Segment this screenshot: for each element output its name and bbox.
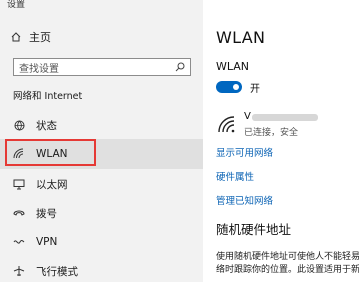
home-nav[interactable]: 主页 (11, 29, 51, 45)
section-title: 网络和 Internet (13, 91, 83, 102)
sidebar-item-vpn[interactable]: VPN (0, 227, 203, 257)
search-input[interactable]: 查找设置 (13, 58, 191, 76)
dialup-icon (13, 207, 25, 219)
random-hw-desc-line2: 络时跟踪你的位置。此设置适用于新 (216, 265, 359, 275)
sidebar-item-label: 飞行模式 (36, 265, 78, 278)
vpn-icon (13, 236, 25, 248)
network-name: V (244, 111, 251, 122)
wlan-toggle[interactable] (216, 81, 242, 93)
wifi-signal-icon (218, 116, 236, 134)
sidebar: 设置 主页 查找设置 网络和 Internet 状态 WLAN 以太网 拨号 V… (0, 0, 203, 282)
sidebar-item-wlan[interactable]: WLAN (0, 139, 203, 169)
link-hardware-properties[interactable]: 硬件属性 (216, 169, 254, 183)
link-manage-known-networks[interactable]: 管理已知网络 (216, 193, 273, 207)
sidebar-item-label: 以太网 (36, 178, 68, 191)
random-hw-desc-line1: 使用随机硬件地址可使他人不能轻易 (216, 252, 359, 262)
connected-network[interactable]: V 已连接，安全 (216, 111, 356, 139)
toggle-knob (233, 84, 239, 90)
wlan-toggle-label: WLAN (216, 60, 250, 73)
sidebar-item-label: VPN (36, 236, 58, 248)
search-placeholder: 查找设置 (19, 63, 59, 75)
status-globe-icon (13, 119, 25, 131)
search-icon (175, 62, 185, 72)
ethernet-icon (13, 178, 25, 190)
network-name-redacted (252, 114, 318, 121)
sidebar-item-status[interactable]: 状态 (0, 110, 203, 140)
airplane-icon (13, 265, 25, 277)
highlight-box (5, 139, 96, 166)
link-show-available-networks[interactable]: 显示可用网络 (216, 145, 273, 159)
window-title: 设置 (7, 0, 26, 10)
main-panel: WLAN WLAN 开 V 已连接，安全 显示可用网络 硬件属性 管理已知网络 … (203, 0, 359, 282)
sidebar-item-ethernet[interactable]: 以太网 (0, 169, 203, 199)
network-status: 已连接，安全 (244, 128, 299, 138)
random-hw-heading: 随机硬件地址 (216, 222, 292, 237)
home-icon (11, 32, 21, 42)
sidebar-item-label: 拨号 (36, 207, 57, 220)
sidebar-item-label: 状态 (36, 119, 57, 132)
toggle-state: 开 (250, 84, 260, 95)
home-label: 主页 (29, 31, 51, 44)
sidebar-item-dialup[interactable]: 拨号 (0, 198, 203, 228)
page-title: WLAN (216, 28, 266, 47)
